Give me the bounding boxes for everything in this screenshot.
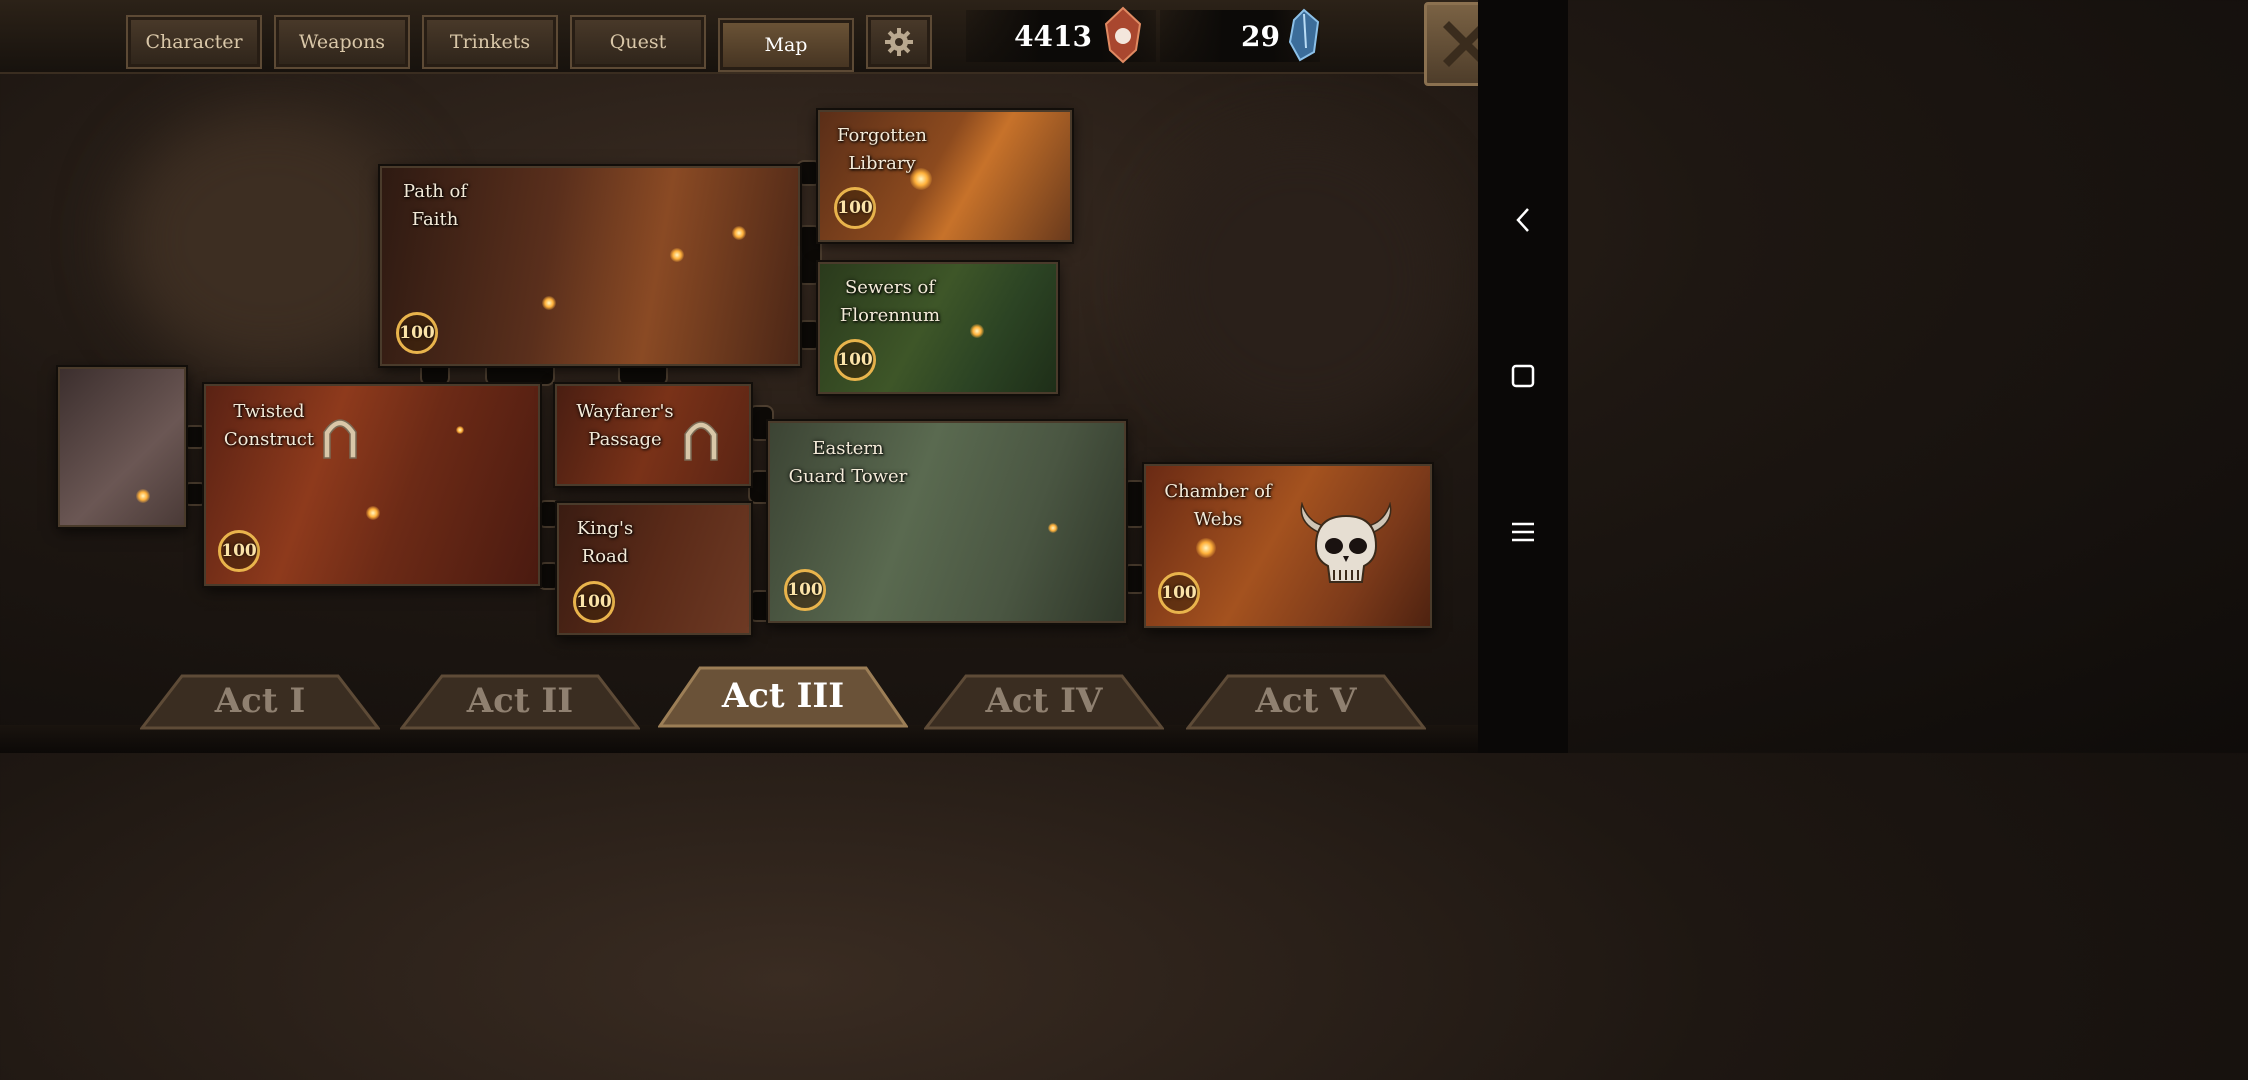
background-shadow [1150, 130, 1450, 430]
candle-light [1048, 523, 1058, 533]
room-name-line: Faith [411, 209, 459, 230]
tab-label: Trinkets [449, 31, 531, 53]
act-label: Act V [1255, 681, 1357, 721]
act-label: Act II [466, 681, 574, 721]
candle-light [1196, 538, 1216, 558]
map-room-sewers-of-florennum[interactable]: Sewers of Florennum 100 [818, 262, 1058, 394]
tab-act-2[interactable]: Act II [400, 672, 640, 730]
map-room-forgotten-library[interactable]: Forgotten Library 100 [818, 110, 1072, 242]
room-name-line: Wayfarer's [576, 401, 674, 422]
room-name: Sewers of Florennum [828, 274, 952, 330]
room-name: Wayfarer's Passage [569, 398, 681, 454]
gear-icon [885, 28, 913, 56]
act-label: Act III [721, 676, 845, 716]
tab-label: Weapons [298, 31, 386, 53]
room-level: 100 [399, 323, 435, 343]
tab-trinkets[interactable]: Trinkets [422, 15, 558, 69]
room-level-badge: 100 [834, 187, 876, 229]
map-room-path-of-faith[interactable]: Path of Faith 100 [380, 166, 800, 366]
room-name: Eastern Guard Tower [780, 435, 916, 491]
room-name-line: Forgotten [836, 125, 928, 146]
room-level: 100 [221, 541, 257, 561]
room-name-line: Webs [1193, 509, 1243, 530]
map-room-chamber-of-webs[interactable]: Chamber of Webs 100 [1144, 464, 1432, 628]
room-level: 100 [837, 350, 873, 370]
candle-light [732, 226, 746, 240]
tab-act-3[interactable]: Act III [658, 664, 908, 728]
room-name-line: Construct [223, 429, 315, 450]
red-gem-icon [1104, 6, 1142, 64]
crystal-amount: 29 [1241, 19, 1280, 53]
background-shadow [120, 110, 420, 370]
room-name-line: Road [581, 546, 629, 567]
room-name-line: King's [576, 518, 634, 539]
tab-act-1[interactable]: Act I [140, 672, 380, 730]
tab-label: Map [764, 34, 808, 56]
home-button[interactable] [1503, 356, 1543, 396]
room-name-line: Chamber of [1164, 481, 1272, 502]
room-name-line: Florennum [839, 305, 941, 326]
tab-label: Character [145, 31, 243, 53]
act-label: Act I [214, 681, 306, 721]
room-name: King's Road [565, 515, 645, 571]
tab-act-5[interactable]: Act V [1186, 672, 1426, 730]
room-level: 100 [787, 580, 823, 600]
room-level-badge: 100 [1158, 572, 1200, 614]
room-level-badge: 100 [784, 569, 826, 611]
room-name-line: Passage [588, 429, 662, 450]
room-name-line: Path of [402, 181, 468, 202]
tab-weapons[interactable]: Weapons [274, 15, 410, 69]
back-button[interactable] [1503, 200, 1543, 240]
room-level: 100 [576, 592, 612, 612]
room-name-line: Eastern [812, 438, 884, 459]
map-room-locked[interactable] [58, 367, 186, 527]
room-name-line: Guard Tower [788, 466, 908, 487]
room-name: Path of Faith [390, 178, 480, 234]
room-name: Twisted Construct [216, 398, 322, 454]
room-name: Chamber of Webs [1158, 478, 1278, 534]
candle-light [456, 426, 464, 434]
tab-map[interactable]: Map [718, 18, 854, 72]
tab-label: Quest [609, 31, 667, 53]
candle-light [670, 248, 684, 262]
candle-light [970, 324, 984, 338]
room-name-line: Twisted [233, 401, 305, 422]
home-square-icon [1511, 364, 1535, 388]
map-room-wayfarers-passage[interactable]: Wayfarer's Passage [555, 384, 751, 486]
portal-arch-icon [323, 419, 357, 459]
map-room-eastern-guard-tower[interactable]: Eastern Guard Tower 100 [768, 421, 1126, 623]
room-name: Forgotten Library [820, 122, 944, 178]
room-level-badge: 100 [834, 339, 876, 381]
room-level: 100 [1161, 583, 1197, 603]
room-name-line: Sewers of [844, 277, 936, 298]
candle-light [136, 489, 150, 503]
horned-skull-boss-icon [1300, 502, 1392, 583]
map-room-kings-road[interactable]: King's Road 100 [557, 503, 751, 635]
act-label: Act IV [985, 681, 1103, 721]
candle-light [542, 296, 556, 310]
room-level: 100 [837, 198, 873, 218]
settings-button[interactable] [866, 15, 932, 69]
back-icon [1516, 208, 1529, 232]
tab-act-4[interactable]: Act IV [924, 672, 1164, 730]
candle-light [366, 506, 380, 520]
map-room-twisted-construct[interactable]: Twisted Construct 100 [204, 384, 540, 586]
menu-icon [1512, 522, 1534, 542]
tab-quest[interactable]: Quest [570, 15, 706, 69]
tab-character[interactable]: Character [126, 15, 262, 69]
blue-crystal-icon [1288, 8, 1320, 62]
room-name-line: Library [848, 153, 916, 174]
menu-button[interactable] [1503, 512, 1543, 552]
portal-arch-icon [684, 421, 718, 461]
room-level-badge: 100 [218, 530, 260, 572]
room-level-badge: 100 [573, 581, 615, 623]
gold-amount: 4413 [1014, 19, 1092, 53]
room-level-badge: 100 [396, 312, 438, 354]
